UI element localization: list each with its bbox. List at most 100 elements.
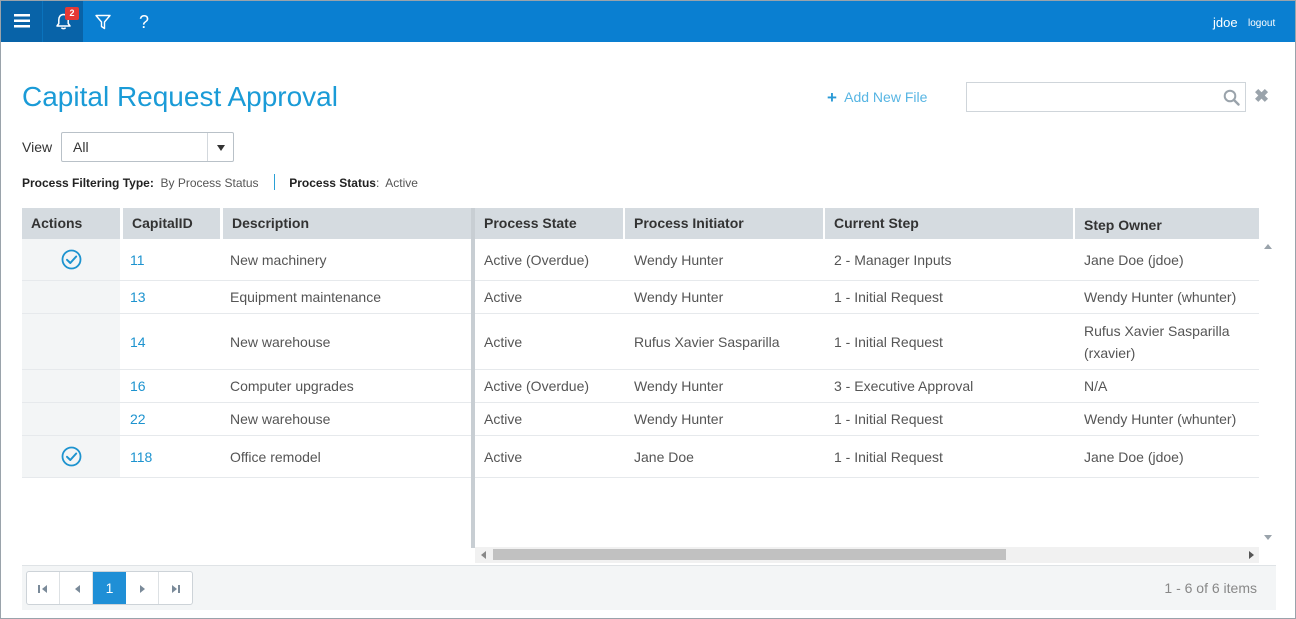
capital-id-link[interactable]: 14 xyxy=(121,314,220,369)
actions-cell xyxy=(22,370,120,402)
current-step-cell: 1 - Initial Request xyxy=(834,448,943,465)
view-dropdown[interactable]: All xyxy=(61,132,234,162)
column-header-capital-id[interactable]: CapitalID xyxy=(123,208,220,239)
search-box xyxy=(966,82,1246,112)
previous-page-button[interactable] xyxy=(60,572,93,604)
next-page-arrow-icon xyxy=(140,585,145,593)
column-header-process-initiator[interactable]: Process Initiator xyxy=(625,208,823,239)
column-header-step-owner[interactable]: Step Owner xyxy=(1075,208,1259,239)
current-page-button[interactable]: 1 xyxy=(93,572,126,604)
scroll-left-arrow-icon[interactable] xyxy=(481,551,486,559)
table-row[interactable]: 14 New warehouse Active Rufus Xavier Saspar… xyxy=(22,314,1259,370)
description-cell: New warehouse xyxy=(230,333,331,350)
process-state-cell: Active xyxy=(484,448,523,465)
step-owner-cell: Wendy Hunter (whunter) xyxy=(1084,411,1237,427)
pager-buttons: 1 xyxy=(26,571,193,605)
last-page-bar-icon xyxy=(178,585,180,593)
table-row[interactable]: 118 Office remodel Active Jane Doe 1 - Initi… xyxy=(22,436,1259,478)
approve-check-icon[interactable] xyxy=(61,249,82,270)
actions-cell xyxy=(22,403,120,435)
step-owner-cell: Wendy Hunter (whunter) xyxy=(1084,289,1237,305)
current-step-cell: 1 - Initial Request xyxy=(834,411,943,427)
funnel-icon xyxy=(95,14,111,30)
current-step-cell: 2 - Manager Inputs xyxy=(834,251,952,268)
menu-button[interactable] xyxy=(1,1,42,42)
process-state-cell: Active xyxy=(484,333,523,350)
table-row[interactable]: 22 New warehouse Active Wendy Hunter 1 - Ini… xyxy=(22,403,1259,436)
process-initiator-cell: Wendy Hunter xyxy=(634,251,724,268)
last-page-button[interactable] xyxy=(159,572,192,604)
current-step-cell: 1 - Initial Request xyxy=(834,289,943,305)
last-page-arrow-icon xyxy=(172,585,177,593)
process-status-value: Active xyxy=(385,176,418,190)
filtering-type-label: Process Filtering Type xyxy=(22,176,150,190)
notification-count-badge: 2 xyxy=(65,7,79,20)
table-row[interactable]: 11 New machinery Active (Overdue) Wendy Hun… xyxy=(22,239,1259,281)
actions-cell xyxy=(22,239,120,280)
table-row[interactable]: 16 Computer upgrades Active (Overdue) Wendy… xyxy=(22,370,1259,403)
app-window: 2 ? jdoe logout Capital Request Approval… xyxy=(0,0,1296,619)
process-initiator-cell: Wendy Hunter xyxy=(634,378,724,394)
view-label: View xyxy=(22,139,53,155)
username-label: jdoe xyxy=(1213,15,1238,30)
description-cell: New warehouse xyxy=(230,411,331,427)
previous-page-arrow-icon xyxy=(75,585,80,593)
requests-grid: Actions CapitalID Description Process St… xyxy=(22,208,1276,610)
first-page-bar-icon xyxy=(38,585,40,593)
actions-cell xyxy=(22,314,120,369)
capital-id-link[interactable]: 11 xyxy=(121,239,220,280)
page-title: Capital Request Approval xyxy=(22,81,338,112)
process-state-cell: Active xyxy=(484,289,523,305)
process-state-cell: Active (Overdue) xyxy=(484,251,590,268)
first-page-arrow-icon xyxy=(42,585,47,593)
step-owner-cell: Jane Doe (jdoe) xyxy=(1084,448,1184,465)
first-page-button[interactable] xyxy=(27,572,60,604)
search-input[interactable] xyxy=(967,83,1217,111)
next-page-button[interactable] xyxy=(126,572,159,604)
step-owner-cell: Jane Doe (jdoe) xyxy=(1084,251,1184,268)
vertical-scrollbar[interactable] xyxy=(1260,239,1276,547)
table-row[interactable]: 13 Equipment maintenance Active Wendy Hunte… xyxy=(22,281,1259,314)
horizontal-scrollbar[interactable] xyxy=(475,547,1259,563)
plus-icon: + xyxy=(827,88,837,107)
process-state-cell: Active (Overdue) xyxy=(484,378,590,394)
capital-id-link[interactable]: 22 xyxy=(121,403,220,435)
column-header-actions[interactable]: Actions xyxy=(22,208,120,239)
current-step-cell: 1 - Initial Request xyxy=(834,333,943,350)
filter-button[interactable] xyxy=(89,1,117,42)
step-owner-cell: N/A xyxy=(1084,378,1108,394)
top-bar: 2 ? jdoe logout xyxy=(1,1,1295,42)
view-selected-value: All xyxy=(73,139,89,155)
scroll-down-arrow-icon[interactable] xyxy=(1264,535,1272,540)
page-info: 1 - 6 of 6 items xyxy=(1164,580,1257,596)
scroll-right-arrow-icon[interactable] xyxy=(1249,551,1254,559)
description-cell: Computer upgrades xyxy=(230,378,354,394)
process-status-label: Process Status xyxy=(289,176,376,190)
help-button[interactable]: ? xyxy=(131,1,157,42)
approve-check-icon[interactable] xyxy=(61,446,82,467)
notifications-button[interactable]: 2 xyxy=(42,1,83,42)
capital-id-link[interactable]: 16 xyxy=(121,370,220,402)
logout-link[interactable]: logout xyxy=(1248,1,1275,42)
process-initiator-cell: Rufus Xavier Sasparilla xyxy=(634,333,780,350)
add-new-file-button[interactable]: + Add New File xyxy=(827,88,927,107)
process-initiator-cell: Jane Doe xyxy=(634,448,694,465)
actions-cell xyxy=(22,436,120,477)
chevron-down-icon[interactable] xyxy=(207,133,233,161)
capital-id-link[interactable]: 13 xyxy=(121,281,220,313)
scroll-up-arrow-icon[interactable] xyxy=(1264,244,1272,249)
locked-columns-divider[interactable] xyxy=(471,208,475,548)
capital-id-link[interactable]: 118 xyxy=(121,436,220,477)
filtering-type-value: By Process Status xyxy=(160,176,259,190)
filter-divider xyxy=(273,174,275,190)
description-cell: New machinery xyxy=(230,251,327,268)
clear-search-icon[interactable]: ✖ xyxy=(1254,87,1269,105)
horizontal-scroll-thumb[interactable] xyxy=(493,549,1006,560)
column-header-current-step[interactable]: Current Step xyxy=(825,208,1073,239)
process-initiator-cell: Wendy Hunter xyxy=(634,289,724,305)
step-owner-cell: Rufus Xavier Sasparilla (rxavier) xyxy=(1084,322,1230,361)
filter-summary: Process Filtering Type: By Process Statu… xyxy=(22,174,418,190)
column-header-description[interactable]: Description xyxy=(223,208,471,239)
search-icon[interactable] xyxy=(1223,89,1240,106)
column-header-process-state[interactable]: Process State xyxy=(475,208,623,239)
